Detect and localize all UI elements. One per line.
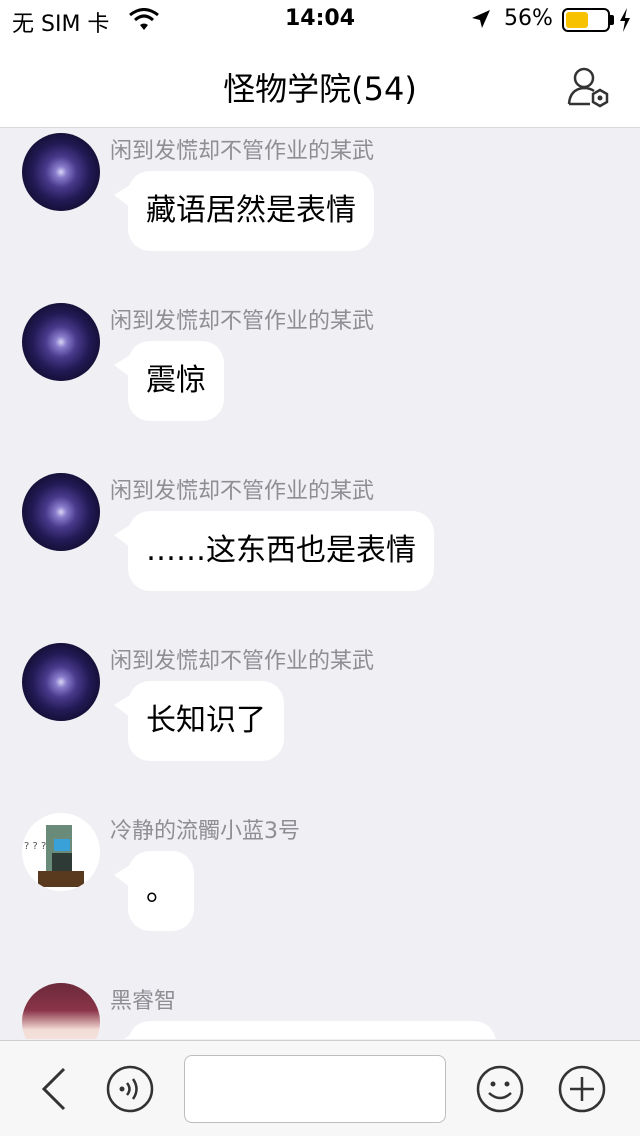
message-input[interactable]: [184, 1055, 446, 1123]
pixel-character-icon: ? ? ?: [24, 825, 84, 887]
message-bubble[interactable]: 震惊: [114, 341, 224, 421]
battery-tip: [610, 15, 614, 25]
group-title: 怪物学院(54): [223, 70, 417, 108]
message-bubble[interactable]: 长知识了: [114, 681, 284, 761]
battery-fill: [566, 12, 589, 28]
location-arrow-icon: [472, 10, 490, 28]
galaxy-avatar[interactable]: [22, 643, 100, 721]
nav-bar: 怪物学院(54): [0, 40, 640, 128]
input-bar: [0, 1040, 640, 1136]
galaxy-avatar[interactable]: [22, 473, 100, 551]
plus-icon[interactable]: [558, 1065, 606, 1113]
battery-percent: 56%: [504, 6, 553, 31]
galaxy-avatar[interactable]: [22, 133, 100, 211]
sender-name: 闲到发慌却不管作业的某武: [110, 309, 375, 334]
anime-avatar[interactable]: [22, 983, 100, 1039]
sender-name: 闲到发慌却不管作业的某武: [110, 139, 375, 164]
charging-bolt-icon: [620, 8, 630, 32]
battery-icon: [562, 8, 610, 32]
svg-text:? ? ?: ? ? ?: [24, 841, 46, 852]
galaxy-avatar[interactable]: [22, 303, 100, 381]
voice-icon[interactable]: [106, 1065, 154, 1113]
chat-area[interactable]: 闲到发慌却不管作业的某武 藏语居然是表情 闲到发慌却不管作业的某武 震惊 闲到发…: [0, 129, 640, 1039]
message-bubble[interactable]: ……这东西也是表情: [114, 511, 434, 591]
message-bubble[interactable]: 。: [114, 851, 194, 931]
status-bar: 无 SIM 卡 14:04 56%: [0, 0, 640, 40]
emoji-icon[interactable]: [476, 1065, 524, 1113]
message-bubble[interactable]: [114, 1021, 496, 1039]
sender-name: 闲到发慌却不管作业的某武: [110, 649, 375, 674]
sender-name: 黑睿智: [110, 989, 177, 1014]
pixel-avatar[interactable]: ? ? ?: [22, 813, 100, 891]
back-icon[interactable]: [36, 1065, 72, 1113]
group-settings-icon[interactable]: [566, 64, 610, 108]
message-bubble[interactable]: 藏语居然是表情: [114, 171, 374, 251]
sender-name: 冷静的流髑小蓝3号: [110, 819, 300, 844]
sender-name: 闲到发慌却不管作业的某武: [110, 479, 375, 504]
